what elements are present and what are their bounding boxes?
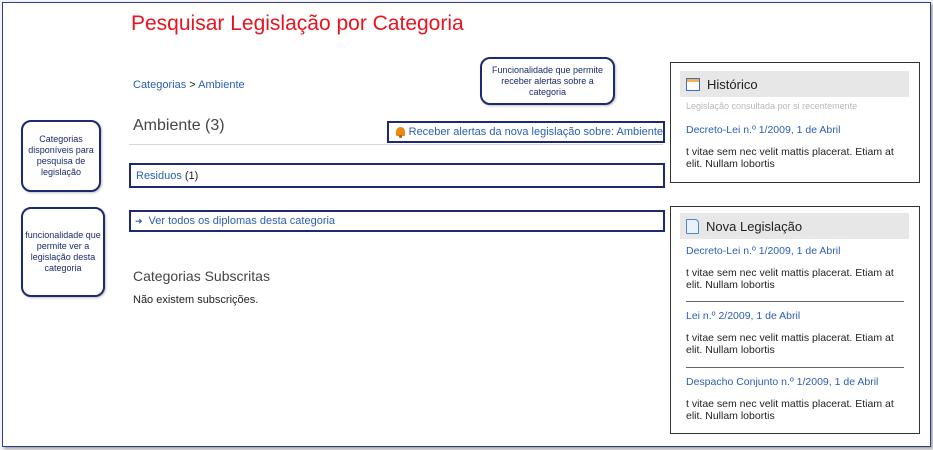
page-title: Pesquisar Legislação por Categoria [131,12,464,35]
new-legislation-title: Nova Legislação [706,218,803,234]
new-legislation-item-link[interactable]: Lei n.º 2/2009, 1 de Abril [686,310,800,322]
subcategory-residuos-link[interactable]: Residuos [136,170,182,182]
new-legislation-item-text: t vitae sem nec velit mattis placerat. E… [686,332,894,356]
new-legislation-item-link[interactable]: Decreto-Lei n.º 1/2009, 1 de Abril [686,245,840,257]
alert-subscribe-link[interactable]: Receber alertas da nova legislação sobre… [387,121,665,143]
history-item-text: t vitae sem nec velit mattis placerat. E… [686,146,894,170]
new-legislation-panel: Nova Legislação Decreto-Lei n.º 1/2009, … [670,206,920,434]
item-divider [686,301,904,302]
page-frame: Pesquisar Legislação por Categoria Categ… [2,2,931,447]
new-legislation-item-link[interactable]: Despacho Conjunto n.º 1/2009, 1 de Abril [686,376,878,388]
history-panel: Histórico Legislação consultada por si r… [670,62,920,183]
breadcrumb-categorias-link[interactable]: Categorias [133,79,186,91]
breadcrumb: Categorias > Ambiente [133,79,245,91]
new-legislation-item-text: t vitae sem nec velit mattis placerat. E… [686,267,894,291]
subcategory-count: (1) [184,169,199,182]
new-legislation-item-text: t vitae sem nec velit mattis placerat. E… [686,398,894,422]
breadcrumb-current-link[interactable]: Ambiente [198,79,244,91]
document-icon [686,218,699,234]
subscriptions-empty-text: Não existem subscrições. [133,294,259,306]
bell-icon [395,126,405,138]
calendar-icon [686,77,700,91]
callout-alert-text: Funcionalidade que permite receber alert… [491,64,604,97]
heading-divider [129,144,663,145]
subcategory-list: Residuos (1) [129,163,665,188]
callout-view-all: funcionalidade que permite ver a legisla… [21,207,105,297]
view-all-diplomas-link[interactable]: ➜ Ver todos os diplomas desta categoria [129,210,665,232]
new-legislation-header: Nova Legislação [680,213,909,239]
history-panel-title: Histórico [707,76,758,92]
history-panel-header: Histórico [680,71,909,97]
breadcrumb-separator: > [186,79,199,91]
arrow-right-icon: ➜ [135,215,143,226]
subscriptions-heading: Categorias Subscritas [133,268,270,284]
callout-categories: Categorias disponíveis para pesquisa de … [21,120,101,192]
view-all-label: Ver todos os diplomas desta categoria [148,215,336,227]
alert-subscribe-label: Receber alertas da nova legislação sobre… [408,126,663,138]
history-panel-subtitle: Legislação consultada por si recentement… [686,101,858,111]
callout-view-all-text: funcionalidade que permite ver a legisla… [25,230,101,273]
callout-categories-text: Categorias disponíveis para pesquisa de … [28,134,94,177]
category-heading: Ambiente (3) [133,117,225,134]
callout-alert-feature: Funcionalidade que permite receber alert… [480,57,615,105]
item-divider [686,367,904,368]
history-item-link[interactable]: Decreto-Lei n.º 1/2009, 1 de Abril [686,124,840,136]
